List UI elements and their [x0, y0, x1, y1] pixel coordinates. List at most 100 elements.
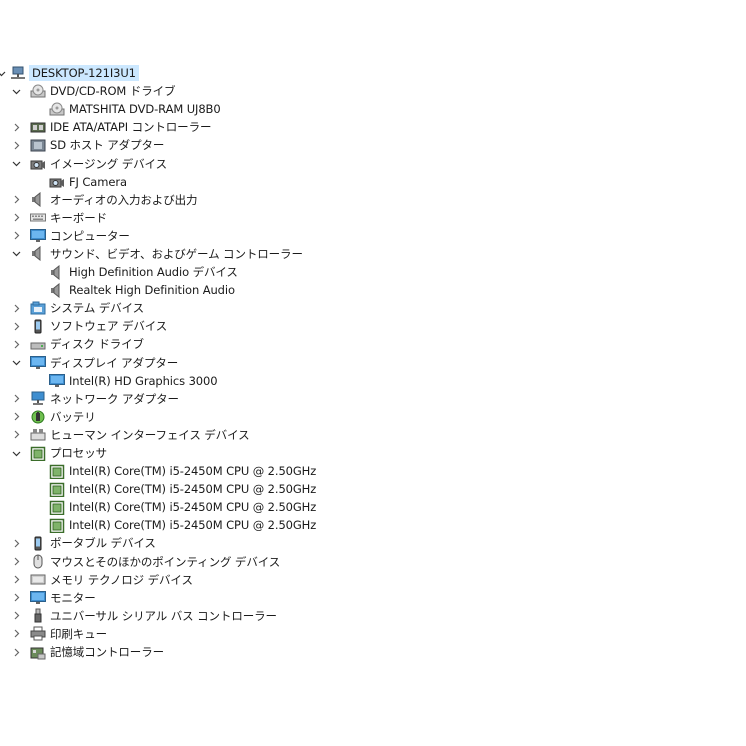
chevron-right-icon[interactable] [11, 122, 21, 132]
device-item-imaging-1[interactable]: FJ Camera [0, 173, 746, 191]
tree-item-label: ヒューマン インターフェイス デバイス [50, 427, 250, 442]
tree-item-label: システム デバイス [50, 301, 145, 316]
chevron-right-icon[interactable] [11, 231, 21, 241]
category-imaging[interactable]: イメージング デバイス [0, 154, 746, 172]
chevron-right-icon[interactable] [11, 394, 21, 404]
chevron-right-icon[interactable] [11, 611, 21, 621]
chevron-right-icon[interactable] [11, 575, 21, 585]
device-item-cpu-3[interactable]: Intel(R) Core(TM) i5-2450M CPU @ 2.50GHz [0, 498, 746, 516]
category-display[interactable]: ディスプレイ アダプター [0, 354, 746, 372]
category-memory[interactable]: メモリ テクノロジ デバイス [0, 571, 746, 589]
chevron-down-icon[interactable] [11, 159, 21, 169]
category-keyboard[interactable]: キーボード [0, 209, 746, 227]
device-item-dvd-1[interactable]: MATSHITA DVD-RAM UJ8B0 [0, 100, 746, 118]
tree-item-label: Intel(R) Core(TM) i5-2450M CPU @ 2.50GHz [69, 464, 317, 479]
category-audio-io[interactable]: オーディオの入力および出力 [0, 191, 746, 209]
device-item-cpu-4[interactable]: Intel(R) Core(TM) i5-2450M CPU @ 2.50GHz [0, 516, 746, 534]
tree-item-label: Intel(R) Core(TM) i5-2450M CPU @ 2.50GHz [69, 518, 317, 533]
chevron-right-icon[interactable] [11, 140, 21, 150]
chevron-right-icon[interactable] [11, 412, 21, 422]
category-portable[interactable]: ポータブル デバイス [0, 534, 746, 552]
tree-item-label: DESKTOP-121I3U1 [29, 65, 139, 82]
chevron-down-icon[interactable] [11, 448, 21, 458]
tree-item-label: プロセッサ [50, 446, 107, 461]
tree-item-label: Realtek High Definition Audio [69, 283, 235, 298]
tree-item-label: ディスク ドライブ [50, 337, 144, 352]
category-hid[interactable]: ヒューマン インターフェイス デバイス [0, 426, 746, 444]
category-processor[interactable]: プロセッサ [0, 444, 746, 462]
tree-item-label: モニター [50, 590, 96, 605]
device-item-cpu-1[interactable]: Intel(R) Core(TM) i5-2450M CPU @ 2.50GHz [0, 462, 746, 480]
tree-item-label: SD ホスト アダプター [50, 138, 165, 153]
tree-item-label: 記憶域コントローラー [50, 645, 164, 660]
chevron-right-icon[interactable] [11, 303, 21, 313]
monitor-icon [30, 590, 46, 605]
category-storage[interactable]: 記憶域コントローラー [0, 643, 746, 661]
processor-icon [49, 500, 65, 515]
speaker-icon [49, 264, 65, 280]
category-root[interactable]: DESKTOP-121I3U1 [0, 64, 746, 82]
category-computer[interactable]: コンピューター [0, 227, 746, 245]
processor-icon [49, 518, 65, 533]
speaker-icon [30, 192, 46, 208]
chevron-right-icon[interactable] [11, 647, 21, 657]
category-sound[interactable]: サウンド、ビデオ、およびゲーム コントローラー [0, 245, 746, 263]
category-software[interactable]: ソフトウェア デバイス [0, 317, 746, 335]
device-item-display-1[interactable]: Intel(R) HD Graphics 3000 [0, 372, 746, 390]
monitor-icon [30, 355, 46, 370]
chevron-down-icon[interactable] [11, 358, 21, 368]
tree-item-label: Intel(R) Core(TM) i5-2450M CPU @ 2.50GHz [69, 482, 317, 497]
tree-item-label: ディスプレイ アダプター [50, 355, 179, 370]
disc-drive-icon [49, 102, 65, 117]
chevron-right-icon[interactable] [11, 430, 21, 440]
category-sd[interactable]: SD ホスト アダプター [0, 136, 746, 154]
category-battery[interactable]: バッテリ [0, 408, 746, 426]
category-network[interactable]: ネットワーク アダプター [0, 390, 746, 408]
tree-item-label: MATSHITA DVD-RAM UJ8B0 [69, 102, 221, 117]
tree-item-label: キーボード [50, 210, 107, 225]
chevron-right-icon[interactable] [11, 538, 21, 548]
category-usb[interactable]: ユニバーサル シリアル バス コントローラー [0, 607, 746, 625]
device-item-cpu-2[interactable]: Intel(R) Core(TM) i5-2450M CPU @ 2.50GHz [0, 480, 746, 498]
phone-icon [30, 319, 46, 334]
chevron-down-icon[interactable] [11, 86, 21, 96]
category-ide[interactable]: IDE ATA/ATAPI コントローラー [0, 118, 746, 136]
category-monitor[interactable]: モニター [0, 589, 746, 607]
chevron-down-icon[interactable] [0, 68, 6, 78]
speaker-icon [30, 246, 46, 262]
tree-item-label: Intel(R) HD Graphics 3000 [69, 373, 218, 388]
category-system[interactable]: システム デバイス [0, 299, 746, 317]
category-disk[interactable]: ディスク ドライブ [0, 335, 746, 353]
disk-drive-icon [30, 337, 46, 352]
tree-item-label: IDE ATA/ATAPI コントローラー [50, 120, 212, 135]
processor-icon [30, 446, 46, 461]
phone-icon [30, 536, 46, 551]
tree-item-label: サウンド、ビデオ、およびゲーム コントローラー [50, 246, 303, 261]
tree-item-label: 印刷キュー [50, 626, 107, 641]
chevron-right-icon[interactable] [11, 557, 21, 567]
tree-item-label: メモリ テクノロジ デバイス [50, 572, 193, 587]
chevron-right-icon[interactable] [11, 321, 21, 331]
usb-icon [30, 608, 46, 623]
chevron-right-icon[interactable] [11, 629, 21, 639]
computer-network-icon [10, 66, 26, 81]
monitor-icon [49, 373, 65, 388]
tree-item-label: ポータブル デバイス [50, 536, 156, 551]
tree-item-label: ソフトウェア デバイス [50, 319, 168, 334]
chevron-right-icon[interactable] [11, 195, 21, 205]
hid-icon [30, 427, 46, 442]
chevron-down-icon[interactable] [11, 249, 21, 259]
tree-item-label: オーディオの入力および出力 [50, 192, 198, 207]
device-item-sound-1[interactable]: High Definition Audio デバイス [0, 263, 746, 281]
chevron-right-icon[interactable] [11, 213, 21, 223]
device-item-sound-2[interactable]: Realtek High Definition Audio [0, 281, 746, 299]
chevron-right-icon[interactable] [11, 593, 21, 603]
camera-icon [30, 156, 46, 171]
category-mouse[interactable]: マウスとそのほかのポインティング デバイス [0, 553, 746, 571]
category-print[interactable]: 印刷キュー [0, 625, 746, 643]
tree-item-label: マウスとそのほかのポインティング デバイス [50, 554, 281, 569]
category-dvd[interactable]: DVD/CD-ROM ドライブ [0, 82, 746, 100]
mouse-icon [30, 554, 46, 569]
chevron-right-icon[interactable] [11, 339, 21, 349]
camera-icon [49, 174, 65, 189]
